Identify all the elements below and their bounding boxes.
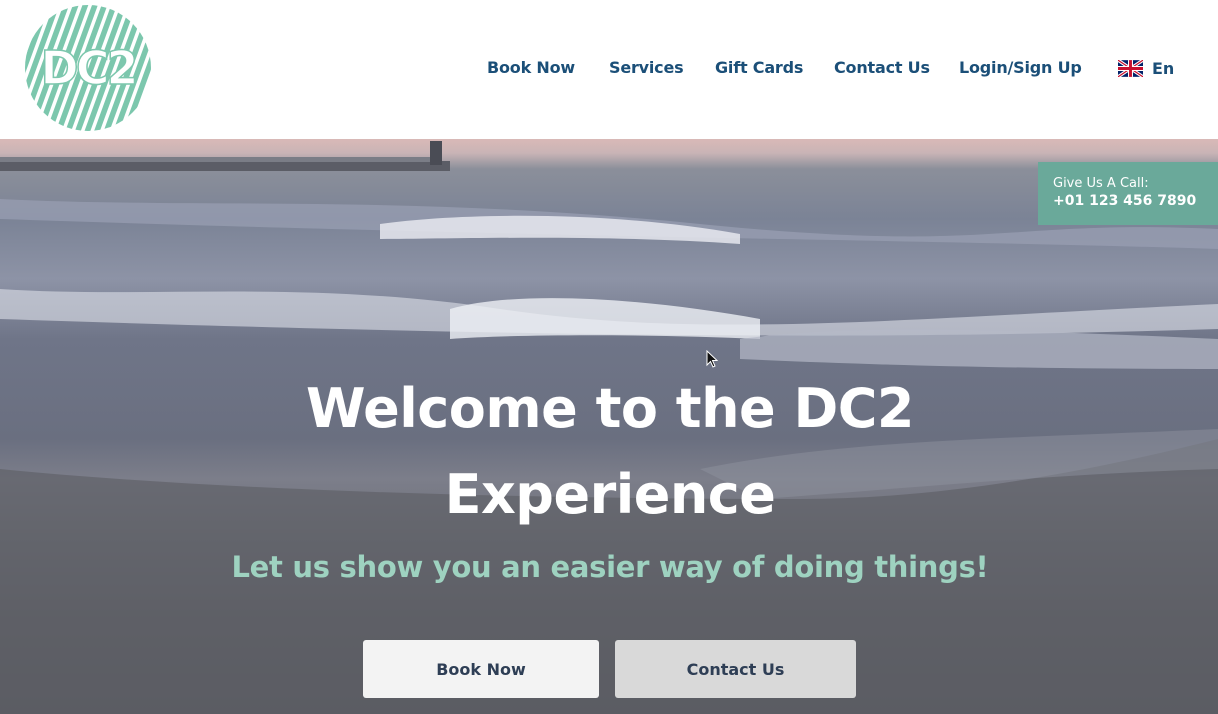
headline-line-1: Welcome to the DC2 <box>306 377 915 440</box>
dc2-logo[interactable]: DC2 <box>25 5 151 131</box>
mouse-cursor-icon <box>706 350 718 368</box>
main-nav: Book Now Services Gift Cards Contact Us … <box>487 58 1218 80</box>
hero-headline: Welcome to the DC2 Experience <box>250 366 970 538</box>
phone-number[interactable]: +01 123 456 7890 <box>1053 192 1218 210</box>
uk-flag-icon <box>1118 59 1143 77</box>
hero-book-now-button[interactable]: Book Now <box>363 640 599 698</box>
call-us-label: Give Us A Call: <box>1053 176 1149 191</box>
hero-contact-us-button[interactable]: Contact Us <box>615 640 856 698</box>
nav-contact-us[interactable]: Contact Us <box>834 58 930 78</box>
nav-login-signup[interactable]: Login/Sign Up <box>959 58 1082 78</box>
call-us-box[interactable]: Give Us A Call: +01 123 456 7890 <box>1038 162 1218 225</box>
site-header: DC2 Book Now Services Gift Cards Contact… <box>0 0 1218 139</box>
logo-text: DC2 <box>41 41 136 95</box>
language-label: En <box>1152 58 1175 78</box>
hero-section: Give Us A Call: +01 123 456 7890 Welcome… <box>0 139 1218 714</box>
headline-line-2: Experience <box>444 463 776 526</box>
hero-subheadline: Let us show you an easier way of doing t… <box>231 550 989 584</box>
language-selector[interactable]: En <box>1118 58 1174 78</box>
nav-book-now[interactable]: Book Now <box>487 58 575 78</box>
logo-graphic: DC2 <box>25 5 151 131</box>
nav-services[interactable]: Services <box>609 58 684 78</box>
nav-gift-cards[interactable]: Gift Cards <box>715 58 803 78</box>
